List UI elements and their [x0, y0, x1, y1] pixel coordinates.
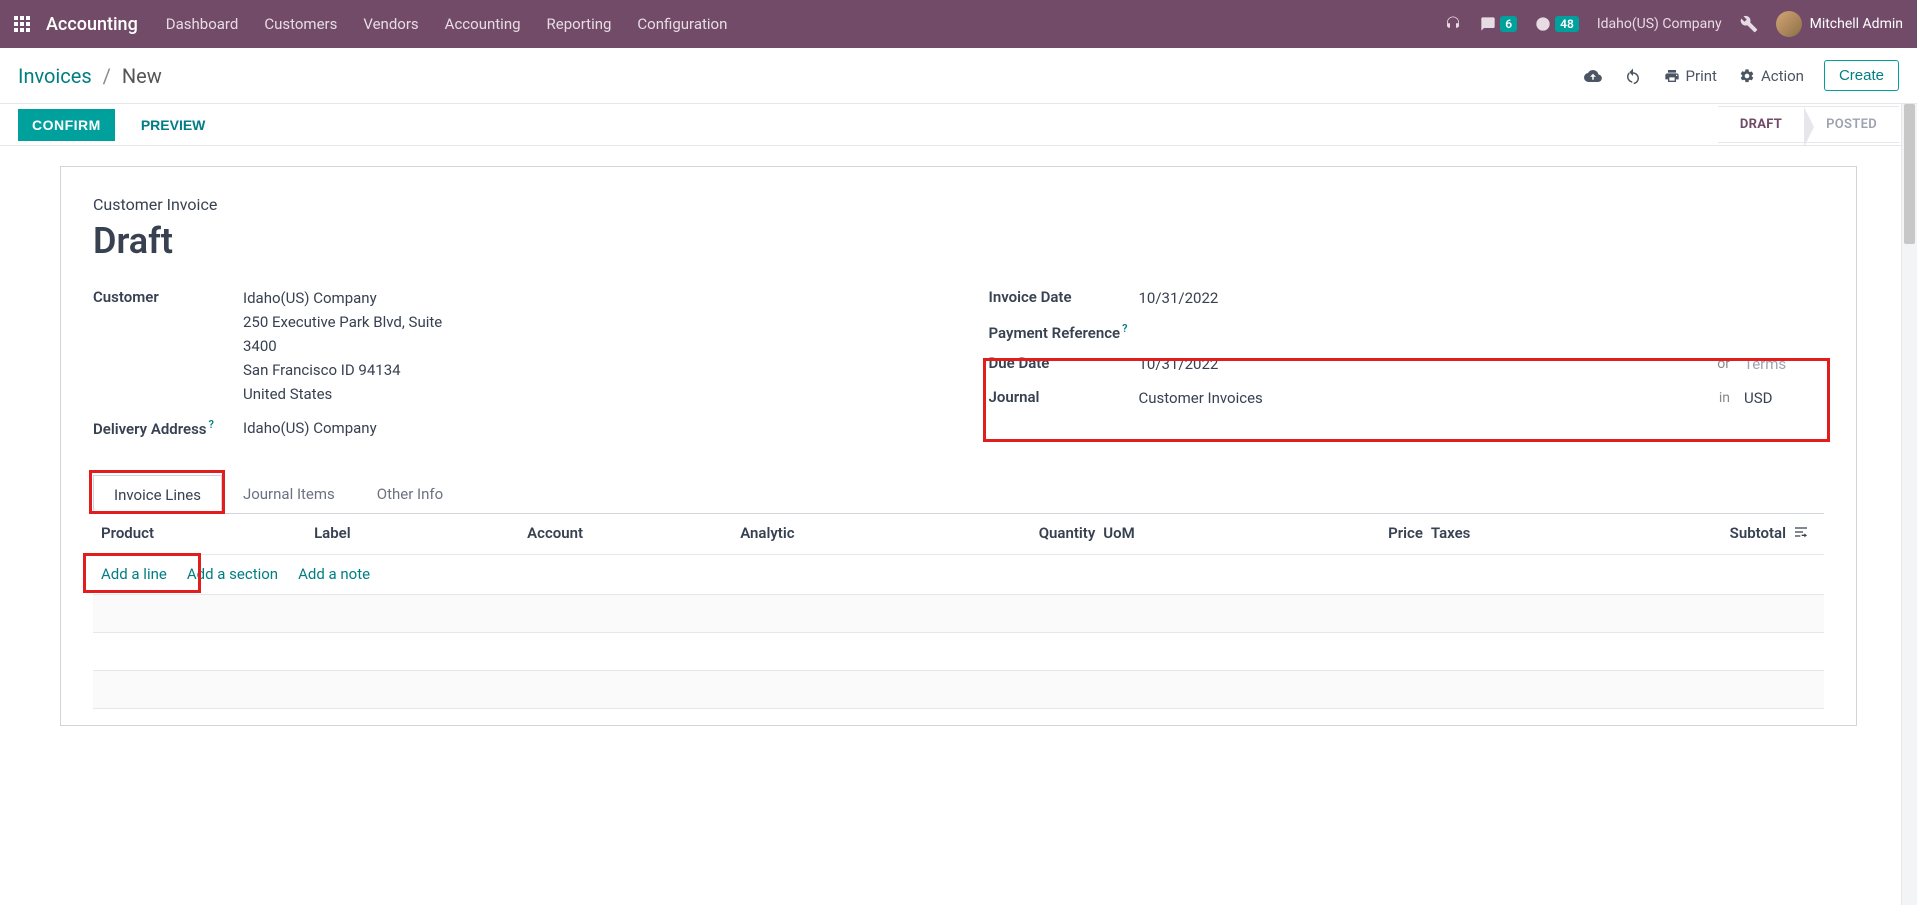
col-subtotal: Subtotal: [1608, 524, 1786, 544]
messages-icon[interactable]: 6: [1480, 16, 1517, 32]
action-button[interactable]: Action: [1739, 67, 1804, 85]
add-line-button[interactable]: Add a line: [101, 565, 167, 584]
journal-field[interactable]: Customer Invoices: [1139, 386, 1263, 410]
col-analytic: Analytic: [740, 524, 953, 544]
confirm-button[interactable]: CONFIRM: [18, 109, 115, 141]
nav-customers[interactable]: Customers: [264, 15, 337, 33]
messages-badge: 6: [1500, 16, 1517, 32]
delivery-label: Delivery Address?: [93, 416, 243, 438]
discard-icon[interactable]: [1624, 67, 1642, 85]
currency-field[interactable]: USD: [1744, 386, 1824, 410]
tab-journal-items[interactable]: Journal Items: [222, 474, 356, 513]
user-name: Mitchell Admin: [1810, 16, 1903, 32]
breadcrumb: Invoices / New: [18, 64, 162, 88]
empty-row: [93, 595, 1824, 633]
tab-invoice-lines[interactable]: Invoice Lines: [93, 475, 222, 514]
journal-label: Journal: [989, 386, 1139, 406]
breadcrumb-root[interactable]: Invoices: [18, 64, 92, 88]
status-draft[interactable]: DRAFT: [1718, 106, 1804, 143]
status-bar: DRAFT POSTED: [1718, 106, 1899, 143]
delivery-field[interactable]: Idaho(US) Company: [243, 416, 929, 440]
help-icon[interactable]: ?: [209, 418, 214, 431]
col-price: Price: [1245, 524, 1431, 544]
activities-badge: 48: [1555, 16, 1579, 32]
form-subtitle: Customer Invoice: [93, 195, 1824, 214]
company-switcher[interactable]: Idaho(US) Company: [1597, 16, 1722, 32]
status-posted[interactable]: POSTED: [1804, 106, 1899, 143]
add-note-button[interactable]: Add a note: [298, 565, 370, 584]
columns-options-icon[interactable]: [1786, 524, 1816, 544]
preview-button[interactable]: PREVIEW: [127, 109, 220, 141]
avatar: [1776, 11, 1802, 37]
journal-in: in: [1719, 387, 1730, 409]
payref-label: Payment Reference?: [989, 320, 1139, 342]
topnav-menu: Dashboard Customers Vendors Accounting R…: [166, 15, 728, 33]
col-uom: UoM: [1103, 524, 1245, 544]
cloud-save-icon[interactable]: [1584, 67, 1602, 85]
user-menu[interactable]: Mitchell Admin: [1776, 11, 1903, 37]
form-sheet: Customer Invoice Draft Customer Idaho(US…: [60, 166, 1857, 726]
print-button[interactable]: Print: [1664, 67, 1717, 85]
help-icon[interactable]: ?: [1122, 322, 1127, 335]
customer-label: Customer: [93, 286, 243, 306]
nav-configuration[interactable]: Configuration: [637, 15, 727, 33]
lines-header: Product Label Account Analytic Quantity …: [93, 514, 1824, 555]
scrollbar[interactable]: [1901, 104, 1917, 905]
activities-icon[interactable]: 48: [1535, 16, 1579, 32]
debug-icon[interactable]: [1740, 15, 1758, 33]
nav-reporting[interactable]: Reporting: [547, 15, 612, 33]
due-date-label: Due Date: [989, 352, 1139, 372]
nav-vendors[interactable]: Vendors: [363, 15, 418, 33]
tab-other-info[interactable]: Other Info: [356, 474, 464, 513]
nav-dashboard[interactable]: Dashboard: [166, 15, 239, 33]
create-button[interactable]: Create: [1824, 60, 1899, 91]
customer-field[interactable]: Idaho(US) Company 250 Executive Park Blv…: [243, 286, 929, 406]
breadcrumb-current: New: [122, 64, 162, 88]
invoice-date-label: Invoice Date: [989, 286, 1139, 306]
nav-accounting[interactable]: Accounting: [445, 15, 521, 33]
col-label: Label: [314, 524, 527, 544]
due-or: or: [1717, 353, 1730, 375]
empty-row: [93, 633, 1824, 671]
form-title: Draft: [93, 220, 1824, 262]
scrollbar-thumb[interactable]: [1904, 104, 1915, 244]
apps-icon[interactable]: [14, 16, 30, 32]
app-brand: Accounting: [46, 14, 138, 35]
terms-field[interactable]: Terms: [1744, 352, 1824, 376]
col-product: Product: [101, 524, 314, 544]
invoice-date-field[interactable]: 10/31/2022: [1139, 286, 1825, 310]
due-date-field[interactable]: 10/31/2022: [1139, 352, 1219, 376]
col-taxes: Taxes: [1431, 524, 1609, 544]
col-qty: Quantity: [953, 524, 1103, 544]
col-account: Account: [527, 524, 740, 544]
empty-row: [93, 671, 1824, 709]
support-icon[interactable]: [1444, 15, 1462, 33]
add-section-button[interactable]: Add a section: [187, 565, 278, 584]
